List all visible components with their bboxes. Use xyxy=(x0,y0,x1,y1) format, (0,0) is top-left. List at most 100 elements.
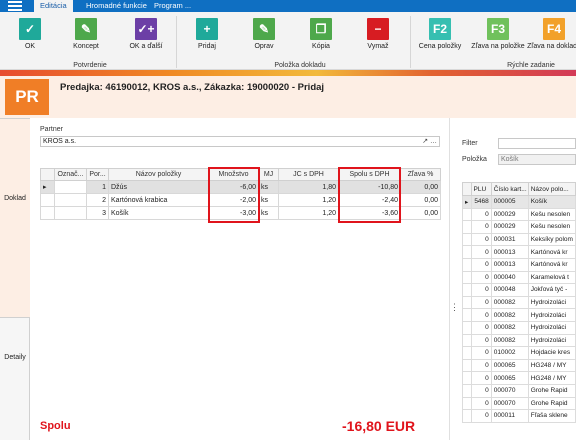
cell-oznac[interactable] xyxy=(54,206,87,220)
ok-a-dalsi-button[interactable]: ✓+ OK a ďalší xyxy=(116,18,176,51)
draft-icon: ✎ xyxy=(75,18,97,40)
f4-icon: F4 xyxy=(543,18,565,40)
vymaz-button[interactable]: − Vymaž xyxy=(348,18,408,51)
products-marker-header xyxy=(462,182,472,196)
oprav-label: Oprav xyxy=(254,43,274,50)
cell-cislo-karty: 000013 xyxy=(490,257,529,272)
list-item[interactable]: ▸ 5468 000005 Košík xyxy=(462,195,576,209)
list-item[interactable]: 0 000082 Hydroizoláci xyxy=(462,308,576,322)
cell-plu: 0 xyxy=(470,308,492,322)
column-header-mj[interactable]: MJ xyxy=(258,168,279,181)
cell-oznac[interactable] xyxy=(54,180,87,194)
row-marker xyxy=(462,358,472,373)
cell-plu: 0 xyxy=(470,245,492,259)
column-header-plu[interactable]: PLU xyxy=(470,182,492,196)
cell-plu: 0 xyxy=(470,220,492,234)
ok-button[interactable]: ✓ OK xyxy=(0,18,60,51)
row-marker xyxy=(462,207,472,222)
ok-a-dalsi-label: OK a ďalší xyxy=(129,43,163,50)
cell-cislo-karty: 000082 xyxy=(490,333,529,348)
row-marker xyxy=(462,383,472,398)
cell-zlava: 0,00 xyxy=(400,206,441,220)
cell-nazov-polozky: Kešu nesolen xyxy=(527,207,576,222)
f4-zlava-na-doklade-button[interactable]: F4 Zľava na doklade xyxy=(524,18,576,51)
column-header-zlava[interactable]: Zľava % xyxy=(400,168,441,181)
products-grid-body: ▸ 5468 000005 Košík 0 000029 Kešu nesolen 0 0000… xyxy=(462,195,576,423)
f3-icon: F3 xyxy=(487,18,509,40)
list-item[interactable]: 0 000040 Karamelová t xyxy=(462,270,576,285)
cell-zlava: 0,00 xyxy=(400,193,441,207)
row-marker xyxy=(462,220,472,234)
filter-input[interactable] xyxy=(498,138,576,149)
row-marker xyxy=(40,206,55,220)
column-header-nazov-polozky[interactable]: Názov polo... xyxy=(527,182,576,196)
cell-nazov-polozky: Grohe Rapid xyxy=(527,383,576,398)
list-item[interactable]: 0 010002 Hojdacie kres xyxy=(462,346,576,360)
cell-nazov-polozky: Kešu nesolen xyxy=(527,220,576,234)
list-item[interactable]: 0 000029 Kešu nesolen xyxy=(462,207,576,222)
cell-cislo-karty: 010002 xyxy=(490,346,529,360)
filter-label: Filter xyxy=(462,140,478,147)
side-tab-doklad[interactable]: Doklad xyxy=(0,118,30,318)
row-marker xyxy=(462,283,472,297)
kopia-label: Kópia xyxy=(312,43,330,50)
list-item[interactable]: 0 000070 Grohe Rapid xyxy=(462,396,576,411)
polozka-select[interactable]: Košík xyxy=(498,154,576,165)
list-item[interactable]: 0 000070 Grohe Rapid xyxy=(462,383,576,398)
cell-mj: ks xyxy=(258,180,279,194)
splitter-grip-icon[interactable]: ⋮ xyxy=(450,302,459,313)
partner-field[interactable]: KROS a.s. ↗ … xyxy=(40,136,440,147)
list-item[interactable]: 0 000013 Kartónová kr xyxy=(462,257,576,272)
ribbon: ✓ OK ✎ Koncept ✓+ OK a ďalší + Pridaj ✎ … xyxy=(0,12,576,70)
list-item[interactable]: 0 000029 Kešu nesolen xyxy=(462,220,576,234)
cell-cislo-karty: 000070 xyxy=(490,396,529,411)
column-header-jc[interactable]: JC s DPH xyxy=(278,168,339,181)
list-item[interactable]: 0 000011 Fľaša sklene xyxy=(462,409,576,423)
cell-nazov-polozky: Karamelová t xyxy=(527,270,576,285)
list-item[interactable]: 0 000082 Hydroizoláci xyxy=(462,295,576,310)
total-label: Spolu xyxy=(40,420,71,432)
list-item[interactable]: 0 000013 Kartónová kr xyxy=(462,245,576,259)
pridaj-button[interactable]: + Pridaj xyxy=(177,18,237,51)
list-item[interactable]: 0 000048 Jokľová tyč - xyxy=(462,283,576,297)
tab-program[interactable]: Program ... xyxy=(148,0,197,12)
cell-cislo-karty: 000048 xyxy=(490,283,529,297)
list-item[interactable]: 0 000065 HG248 / MY xyxy=(462,358,576,373)
document-header: PR Predajka: 46190012, KROS a.s., Zákazk… xyxy=(0,76,576,118)
tab-hromadne-funkcie[interactable]: Hromadné funkcie xyxy=(80,0,153,12)
cell-oznac[interactable] xyxy=(54,193,87,207)
menu-icon[interactable] xyxy=(8,1,22,11)
column-header-por[interactable]: Por... xyxy=(86,168,109,181)
list-item[interactable]: 0 000082 Hydroizoláci xyxy=(462,333,576,348)
panel-splitter[interactable] xyxy=(449,118,450,440)
cell-cislo-karty: 000070 xyxy=(490,383,529,398)
list-item[interactable]: 0 000065 HG248 / MY xyxy=(462,371,576,385)
list-item[interactable]: 0 000031 Keksíky polom xyxy=(462,232,576,247)
cell-plu: 0 xyxy=(470,358,492,373)
list-item[interactable]: 0 000082 Hydroizoláci xyxy=(462,320,576,335)
cell-zlava: 0,00 xyxy=(400,180,441,194)
document-title: Predajka: 46190012, KROS a.s., Zákazka: … xyxy=(60,82,325,93)
ribbon-tab-bar: Editácia Hromadné funkcie Program ... xyxy=(0,0,576,12)
koncept-button[interactable]: ✎ Koncept xyxy=(56,18,116,51)
column-header-oznac[interactable]: Označ... xyxy=(54,168,87,181)
kopia-button[interactable]: ❐ Kópia xyxy=(291,18,351,51)
partner-actions-icon[interactable]: ↗ … xyxy=(422,137,437,146)
cell-cislo-karty: 000040 xyxy=(490,270,529,285)
cell-nazov-polozky: Kartónová kr xyxy=(527,245,576,259)
cell-cislo-karty: 000029 xyxy=(490,207,529,222)
cell-jc: 1,20 xyxy=(278,193,339,207)
cell-plu: 0 xyxy=(470,257,492,272)
side-tab-detaily[interactable]: Detaily xyxy=(0,354,30,368)
tab-editacia[interactable]: Editácia xyxy=(34,0,73,12)
cell-cislo-karty: 000082 xyxy=(490,295,529,310)
f2-cena-polozky-button[interactable]: F2 Cena položky xyxy=(410,18,470,51)
column-header-nazov[interactable]: Názov položky xyxy=(108,168,209,181)
cell-mj: ks xyxy=(258,206,279,220)
f3-zlava-na-polozke-button[interactable]: F3 Zľava na položke xyxy=(468,18,528,51)
document-type-badge: PR xyxy=(5,79,49,115)
oprav-button[interactable]: ✎ Oprav xyxy=(234,18,294,51)
column-header-cislo-karty[interactable]: Číslo kart... xyxy=(490,182,529,196)
cell-cislo-karty: 000005 xyxy=(490,195,529,209)
cell-nazov-polozky: Fľaša sklene xyxy=(527,409,576,423)
